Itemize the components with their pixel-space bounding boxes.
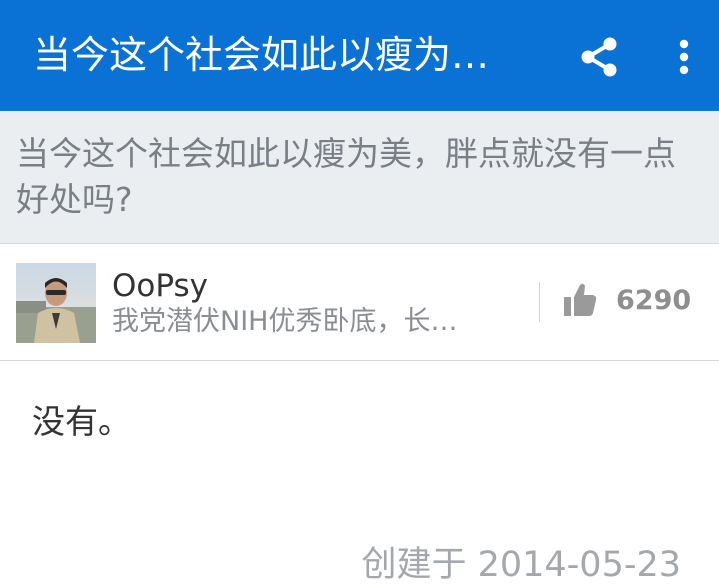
- answer-content: 没有。: [32, 402, 131, 441]
- upvote-button[interactable]: 6290: [560, 280, 700, 324]
- avatar[interactable]: [16, 263, 96, 343]
- author-bio: 我党潜伏NIH优秀卧底，长…: [112, 306, 458, 337]
- page-title: 当今这个社会如此以瘦为…: [33, 33, 490, 77]
- question-header[interactable]: 当今这个社会如此以瘦为美，胖点就没有一点好处吗?: [0, 111, 719, 244]
- app-bar: 当今这个社会如此以瘦为…: [0, 0, 719, 111]
- avatar-photo: [16, 263, 96, 343]
- upvote-count: 6290: [616, 285, 692, 316]
- thumbs-up-icon: [564, 283, 597, 316]
- author-name[interactable]: OoPsy: [112, 266, 208, 306]
- question-title: 当今这个社会如此以瘦为美，胖点就没有一点好处吗?: [16, 134, 676, 219]
- more-options-button[interactable]: [660, 32, 708, 82]
- author-row[interactable]: OoPsy 我党潜伏NIH优秀卧底，长… 6290: [0, 244, 719, 361]
- created-date: 创建于 2014-05-23: [361, 545, 681, 585]
- share-button[interactable]: [574, 32, 624, 82]
- divider: [539, 282, 540, 322]
- more-vert-icon: [679, 39, 689, 75]
- share-icon: [581, 37, 617, 77]
